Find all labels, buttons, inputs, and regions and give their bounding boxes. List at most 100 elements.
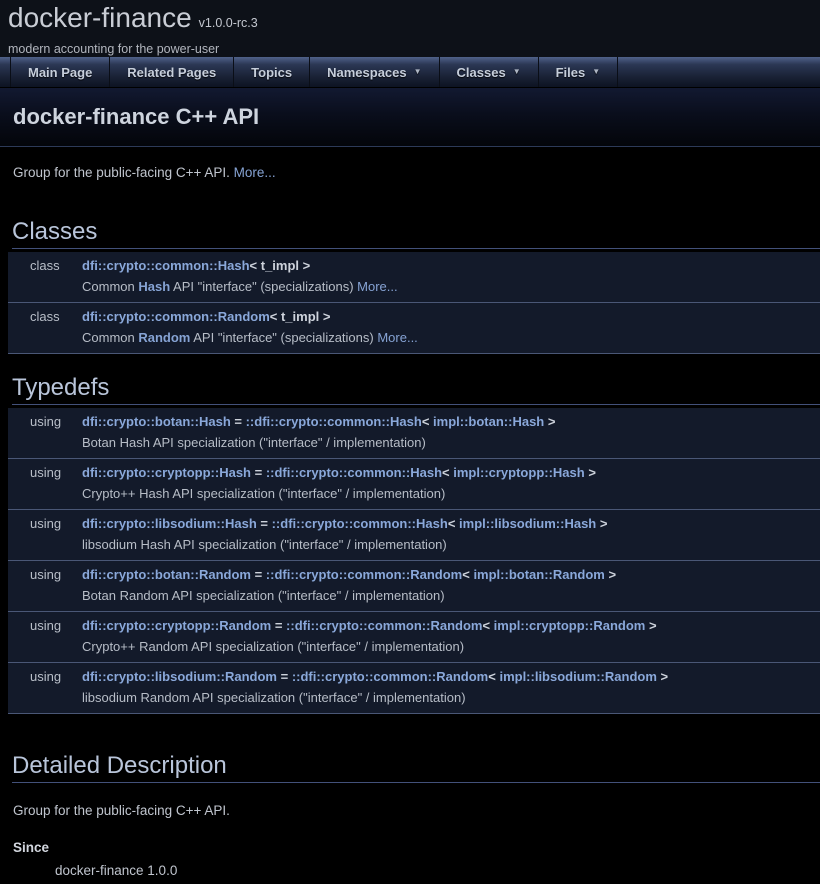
- typedef-target-link[interactable]: ::dfi::crypto::common::Hash: [246, 414, 422, 429]
- typedef-param-link[interactable]: impl::libsodium::Hash: [459, 516, 596, 531]
- project-name-text: docker-finance: [8, 2, 192, 33]
- typedef-target-link[interactable]: ::dfi::crypto::common::Hash: [266, 465, 442, 480]
- class-description: Common Random API "interface" (specializ…: [82, 327, 816, 348]
- typedef-description: libsodium Random API specialization ("in…: [82, 687, 816, 708]
- member-content: dfi::crypto::botan::Hash = ::dfi::crypto…: [82, 411, 816, 453]
- tab-main-page[interactable]: Main Page: [10, 57, 110, 87]
- typedef-row: using dfi::crypto::botan::Random = ::dfi…: [8, 561, 820, 612]
- member-content: dfi::crypto::cryptopp::Hash = ::dfi::cry…: [82, 462, 816, 504]
- typedef-target-link[interactable]: ::dfi::crypto::common::Random: [292, 669, 488, 684]
- typedef-declaration: dfi::crypto::cryptopp::Random = ::dfi::c…: [82, 615, 816, 636]
- typedef-row: using dfi::crypto::botan::Hash = ::dfi::…: [8, 408, 820, 459]
- section-heading-classes: Classes: [12, 218, 820, 249]
- member-content: dfi::crypto::common::Random< t_impl > Co…: [82, 306, 816, 348]
- member-kind: using: [30, 411, 82, 453]
- typedef-declaration: dfi::crypto::libsodium::Random = ::dfi::…: [82, 666, 816, 687]
- typedef-link[interactable]: dfi::crypto::botan::Random: [82, 567, 251, 582]
- typedef-description: Crypto++ Random API specialization ("int…: [82, 636, 816, 657]
- class-declaration: dfi::crypto::common::Random< t_impl >: [82, 306, 816, 327]
- typedef-row: using dfi::crypto::libsodium::Random = :…: [8, 663, 820, 714]
- member-kind: using: [30, 462, 82, 504]
- angle-close: >: [585, 465, 596, 480]
- tab-classes[interactable]: Classes▼: [440, 57, 539, 87]
- equals-sign: =: [231, 414, 246, 429]
- angle-open: <: [488, 669, 499, 684]
- member-kind: using: [30, 666, 82, 708]
- page-header: docker-finance C++ API: [0, 88, 820, 147]
- member-content: dfi::crypto::botan::Random = ::dfi::cryp…: [82, 564, 816, 606]
- tab-related-pages[interactable]: Related Pages: [110, 57, 234, 87]
- project-version: v1.0.0-rc.3: [199, 16, 258, 30]
- typedef-param-link[interactable]: impl::cryptopp::Random: [494, 618, 646, 633]
- equals-sign: =: [271, 618, 286, 633]
- detailed-description-paragraph: Group for the public-facing C++ API.: [13, 803, 820, 818]
- typedef-declaration: dfi::crypto::botan::Hash = ::dfi::crypto…: [82, 411, 816, 432]
- section-heading-typedefs: Typedefs: [12, 374, 820, 405]
- typedef-param-link[interactable]: impl::botan::Random: [473, 567, 604, 582]
- typedef-row: using dfi::crypto::libsodium::Hash = ::d…: [8, 510, 820, 561]
- typedef-declaration: dfi::crypto::libsodium::Hash = ::dfi::cr…: [82, 513, 816, 534]
- since-block: Since docker-finance 1.0.0: [13, 840, 820, 878]
- angle-open: <: [442, 465, 453, 480]
- typedef-description: libsodium Hash API specialization ("inte…: [82, 534, 816, 555]
- angle-close: >: [645, 618, 656, 633]
- typedef-link[interactable]: dfi::crypto::cryptopp::Random: [82, 618, 271, 633]
- chevron-down-icon: ▼: [414, 68, 422, 76]
- template-args: < t_impl >: [270, 309, 331, 324]
- typedef-param-link[interactable]: impl::botan::Hash: [433, 414, 544, 429]
- member-content: dfi::crypto::libsodium::Hash = ::dfi::cr…: [82, 513, 816, 555]
- member-kind: class: [30, 255, 82, 297]
- typedef-target-link[interactable]: ::dfi::crypto::common::Hash: [272, 516, 448, 531]
- more-link[interactable]: More...: [357, 279, 397, 294]
- class-link[interactable]: Hash: [138, 279, 170, 294]
- angle-open: <: [482, 618, 493, 633]
- class-row: class dfi::crypto::common::Hash< t_impl …: [8, 252, 820, 303]
- tab-namespaces[interactable]: Namespaces ▼: [310, 57, 439, 87]
- equals-sign: =: [277, 669, 292, 684]
- tab-files[interactable]: Files▼: [539, 57, 619, 87]
- section-heading-detailed-description: Detailed Description: [12, 752, 820, 783]
- desc-text: API "interface" (specializations): [170, 279, 357, 294]
- main-nav: Main Page Related Pages Topics Namespace…: [0, 57, 820, 88]
- classes-table: class dfi::crypto::common::Hash< t_impl …: [8, 252, 820, 354]
- class-declaration: dfi::crypto::common::Hash< t_impl >: [82, 255, 816, 276]
- typedef-row: using dfi::crypto::cryptopp::Hash = ::df…: [8, 459, 820, 510]
- typedef-target-link[interactable]: ::dfi::crypto::common::Random: [266, 567, 462, 582]
- template-args: < t_impl >: [250, 258, 311, 273]
- more-link[interactable]: More...: [234, 165, 276, 180]
- class-description: Common Hash API "interface" (specializat…: [82, 276, 816, 297]
- tab-label: Namespaces: [327, 65, 407, 80]
- equals-sign: =: [251, 567, 266, 582]
- angle-close: >: [657, 669, 668, 684]
- tab-label: Files: [556, 65, 586, 80]
- typedef-target-link[interactable]: ::dfi::crypto::common::Random: [286, 618, 482, 633]
- angle-close: >: [544, 414, 555, 429]
- class-link[interactable]: dfi::crypto::common::Random: [82, 309, 270, 324]
- equals-sign: =: [257, 516, 272, 531]
- title-area: docker-finance v1.0.0-rc.3 modern account…: [0, 0, 820, 57]
- tab-topics[interactable]: Topics: [234, 57, 310, 87]
- class-link[interactable]: dfi::crypto::common::Hash: [82, 258, 250, 273]
- typedef-description: Botan Hash API specialization ("interfac…: [82, 432, 816, 453]
- equals-sign: =: [251, 465, 266, 480]
- typedef-link[interactable]: dfi::crypto::botan::Hash: [82, 414, 231, 429]
- typedefs-table: using dfi::crypto::botan::Hash = ::dfi::…: [8, 408, 820, 714]
- typedef-param-link[interactable]: impl::cryptopp::Hash: [453, 465, 584, 480]
- typedef-link[interactable]: dfi::crypto::libsodium::Hash: [82, 516, 257, 531]
- typedef-param-link[interactable]: impl::libsodium::Random: [499, 669, 656, 684]
- class-link[interactable]: Random: [138, 330, 190, 345]
- contents: Group for the public-facing C++ API. Mor…: [0, 165, 820, 884]
- class-row: class dfi::crypto::common::Random< t_imp…: [8, 303, 820, 354]
- tab-label: Related Pages: [127, 65, 216, 80]
- typedef-link[interactable]: dfi::crypto::cryptopp::Hash: [82, 465, 251, 480]
- typedef-link[interactable]: dfi::crypto::libsodium::Random: [82, 669, 277, 684]
- member-kind: class: [30, 306, 82, 348]
- more-link[interactable]: More...: [377, 330, 417, 345]
- tab-label: Classes: [457, 65, 506, 80]
- desc-text: API "interface" (specializations): [190, 330, 377, 345]
- since-value: docker-finance 1.0.0: [55, 863, 820, 878]
- member-content: dfi::crypto::common::Hash< t_impl > Comm…: [82, 255, 816, 297]
- project-name: docker-finance v1.0.0-rc.3: [8, 1, 820, 40]
- project-brief: modern accounting for the power-user: [8, 42, 820, 56]
- desc-text: Common: [82, 279, 138, 294]
